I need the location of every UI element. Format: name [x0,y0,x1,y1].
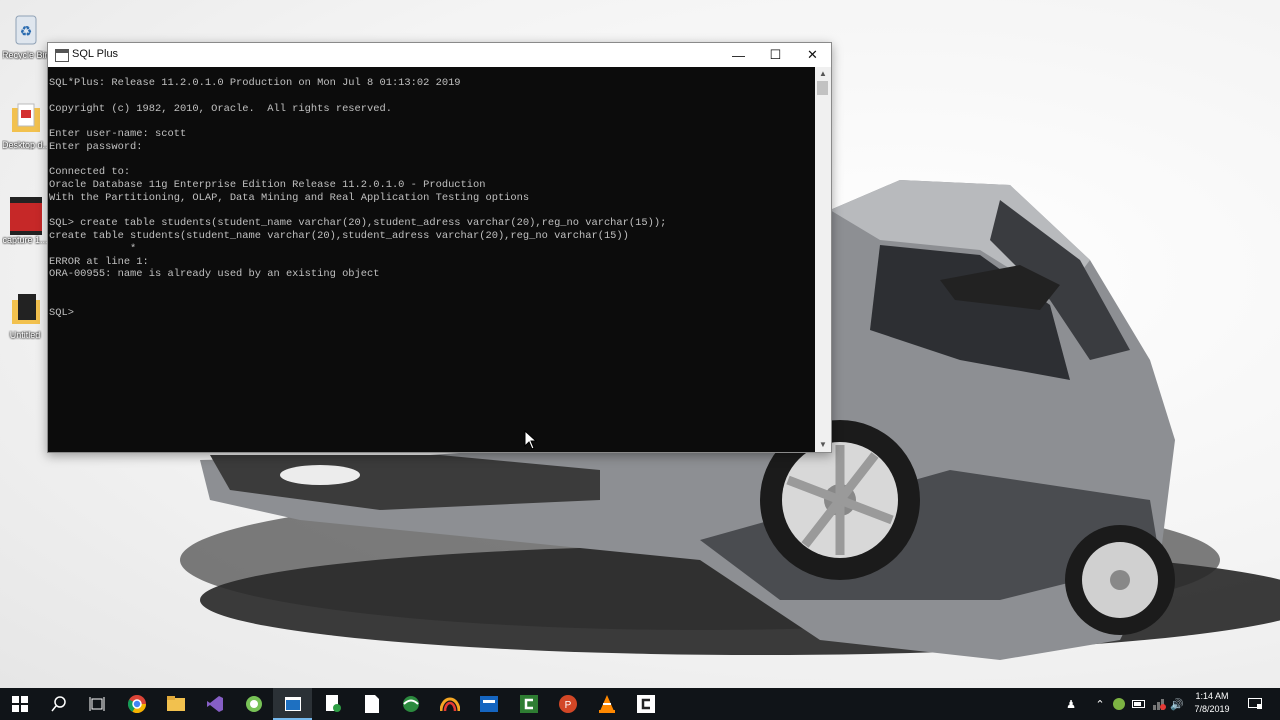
close-button[interactable]: ✕ [794,43,831,67]
desktop-icon-untitled[interactable]: Untitled [2,290,48,340]
console-text: SQL*Plus: Release 11.2.0.1.0 Production … [49,77,667,319]
folder-icon [166,696,185,711]
taskbar-sqlplus[interactable] [273,688,312,720]
clock[interactable]: 1:14 AM 7/8/2019 [1189,690,1235,716]
maximize-button[interactable]: ☐ [757,43,794,67]
desktop-icon-pdf-folder[interactable]: Desktop d... [2,100,48,150]
desktop-icon-label: Untitled [9,330,41,340]
pdf-folder-icon [8,100,42,140]
taskbar-app-arc[interactable] [430,688,469,720]
taskbar-edge-app[interactable] [391,688,430,720]
taskbar-document[interactable] [352,688,391,720]
folder-icon [8,290,42,330]
android-studio-icon [245,696,262,712]
visual-studio-icon [206,696,223,712]
blank-document-icon [364,695,379,713]
taskbar-camtasia[interactable] [509,688,548,720]
video-file-icon [8,195,44,237]
people-icon[interactable]: ♟ [1060,688,1082,720]
taskbar-vlc[interactable] [587,688,626,720]
taskbar-file-app[interactable] [313,688,352,720]
notifications-icon[interactable] [1244,688,1266,720]
vertical-scrollbar[interactable]: ▲ ▼ [815,67,831,452]
search-icon [50,696,66,712]
scroll-down-arrow-icon[interactable]: ▼ [815,438,831,452]
desktop-icon-label: Desktop d... [2,140,48,150]
network-disconnected-icon[interactable] [1150,688,1168,720]
volume-icon[interactable]: 🔊 [1168,688,1186,720]
blue-app-icon [479,696,498,712]
taskbar-app-blue[interactable] [469,688,508,720]
taskbar-visual-studio[interactable] [195,688,234,720]
c-app-icon [636,695,655,713]
globe-icon [402,696,419,712]
taskbar: P ♟ ⌃ 🔊 1:14 AM 7/8/2019 [0,688,1280,720]
vlc-cone-icon [598,695,615,713]
taskbar-chrome[interactable] [117,688,156,720]
taskbar-powerpoint[interactable]: P [548,688,587,720]
chevron-up-icon[interactable]: ⌃ [1092,688,1108,720]
clock-date: 7/8/2019 [1194,704,1230,714]
search-button[interactable] [39,688,78,720]
tray-app-green-icon[interactable] [1110,688,1128,720]
task-view-button[interactable] [77,688,116,720]
sqlplus-window[interactable]: SQL Plus — ☐ ✕ SQL*Plus: Release 11.2.0.… [47,42,832,453]
arc-icon [439,697,460,711]
scrollbar-thumb[interactable] [817,81,828,95]
desktop-icon-recycle-bin[interactable]: ♻ Recycle Bin [2,10,48,60]
window-titlebar[interactable]: SQL Plus — ☐ ✕ [48,43,831,67]
camtasia-icon [519,695,538,713]
taskbar-file-explorer[interactable] [156,688,195,720]
task-view-icon [89,697,104,711]
powerpoint-icon: P [558,695,577,713]
clock-time: 1:14 AM [1195,691,1229,701]
svg-text:P: P [564,700,571,711]
battery-icon[interactable] [1130,688,1148,720]
console-output[interactable]: SQL*Plus: Release 11.2.0.1.0 Production … [48,67,815,452]
minimize-button[interactable]: — [720,43,757,67]
taskbar-android-studio[interactable] [234,688,273,720]
console-window-icon [284,697,301,711]
scroll-up-arrow-icon[interactable]: ▲ [815,67,831,81]
console-window-icon [55,49,69,62]
desktop-icon-label: Recycle Bin [2,50,48,60]
desktop-icon-video[interactable]: capture 1... [2,195,48,245]
svg-text:♻: ♻ [20,23,33,39]
start-button[interactable] [0,688,39,720]
windows-logo-icon [11,696,28,712]
recycle-bin-icon: ♻ [8,10,42,50]
file-green-icon [325,695,341,712]
desktop-icon-label: capture 1... [2,235,48,245]
chrome-icon [127,695,146,713]
taskbar-app-c[interactable] [626,688,665,720]
mouse-pointer-icon [524,430,538,450]
window-title: SQL Plus [72,48,119,60]
